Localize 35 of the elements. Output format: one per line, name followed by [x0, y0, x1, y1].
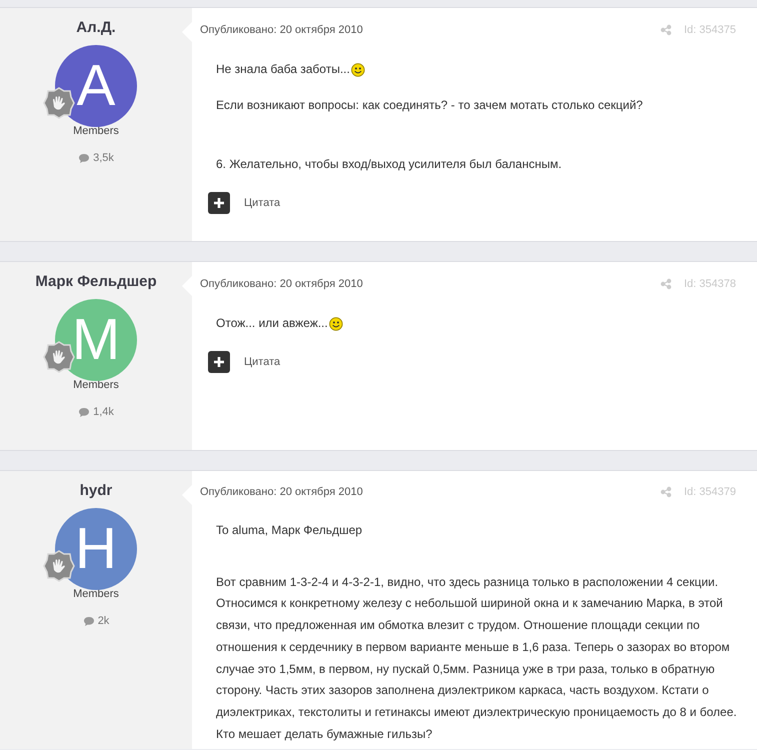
post-text: Отож... или авжеж... — [216, 315, 328, 332]
rank-badge-icon — [43, 341, 75, 373]
post-date: Опубликовано: 20 октября 2010 — [200, 278, 363, 290]
share-icon[interactable] — [660, 486, 672, 498]
post-count: 3,5k — [93, 152, 114, 164]
post-text: Если возникают вопросы: как соединять? - то зачем мотать столько секций? — [216, 96, 643, 114]
multiquote-button[interactable] — [208, 192, 230, 214]
avatar[interactable]: А — [55, 45, 137, 127]
share-icon[interactable] — [660, 278, 672, 290]
author-name[interactable]: hydr — [80, 482, 112, 499]
member-group: Members — [73, 125, 119, 137]
post-text: Вот сравним 1-3-2-4 и 4-3-2-1, видно, что здесь разница только в расположении 4 секции. Относимся к конкретному железу с небольшой шириной окна и к замечанию Марка, в этой связи, что предложенная им обмотка влезит с трудом. Отношение площади секции по отношения к сердечнику в первом варианте меньше в 1,6 раза. Теперь о зазорах во втором случае это 1,5мм, в первом, ну пускай 0,5мм. Разница уже в три раза, только в обратную сторону. Часть этих зазоров заполнена диэлектриком каркаса, часть воздухом. Кстати о диэлектриках, текстолиты и гетинаксы имеют диэлектрическую проницаемость до 8 и более. Кто мешает делать бумажные гильзы? — [216, 574, 737, 741]
comment-icon — [78, 152, 90, 164]
share-icon[interactable] — [660, 24, 672, 36]
smiley-icon — [328, 316, 343, 331]
post-date: Опубликовано: 20 октября 2010 — [200, 486, 363, 498]
post-count: 1,4k — [93, 406, 114, 418]
rank-badge-icon — [43, 550, 75, 582]
author-name[interactable]: Марк Фельдшер — [35, 273, 157, 290]
member-group: Members — [73, 379, 119, 391]
post-count: 2k — [98, 615, 110, 627]
avatar[interactable]: H — [55, 508, 137, 590]
post-text: Не знала баба заботы... — [216, 61, 350, 78]
quote-link[interactable]: Цитата — [244, 356, 280, 368]
rank-badge-icon — [43, 87, 75, 119]
comment-icon — [82, 616, 95, 626]
post-text: 6. Желательно, чтобы вход/выход усилителя был балансным. — [216, 156, 562, 174]
post-date: Опубликовано: 20 октября 2010 — [200, 24, 363, 36]
post-text: To aluma, Марк Фельдшер — [216, 522, 362, 539]
comment-icon — [78, 406, 90, 418]
multiquote-button[interactable] — [208, 350, 230, 373]
author-name[interactable]: Ал.Д. — [76, 19, 116, 36]
member-group: Members — [73, 588, 119, 600]
smiley-icon — [350, 62, 365, 77]
quote-link[interactable]: Цитата — [244, 197, 280, 210]
